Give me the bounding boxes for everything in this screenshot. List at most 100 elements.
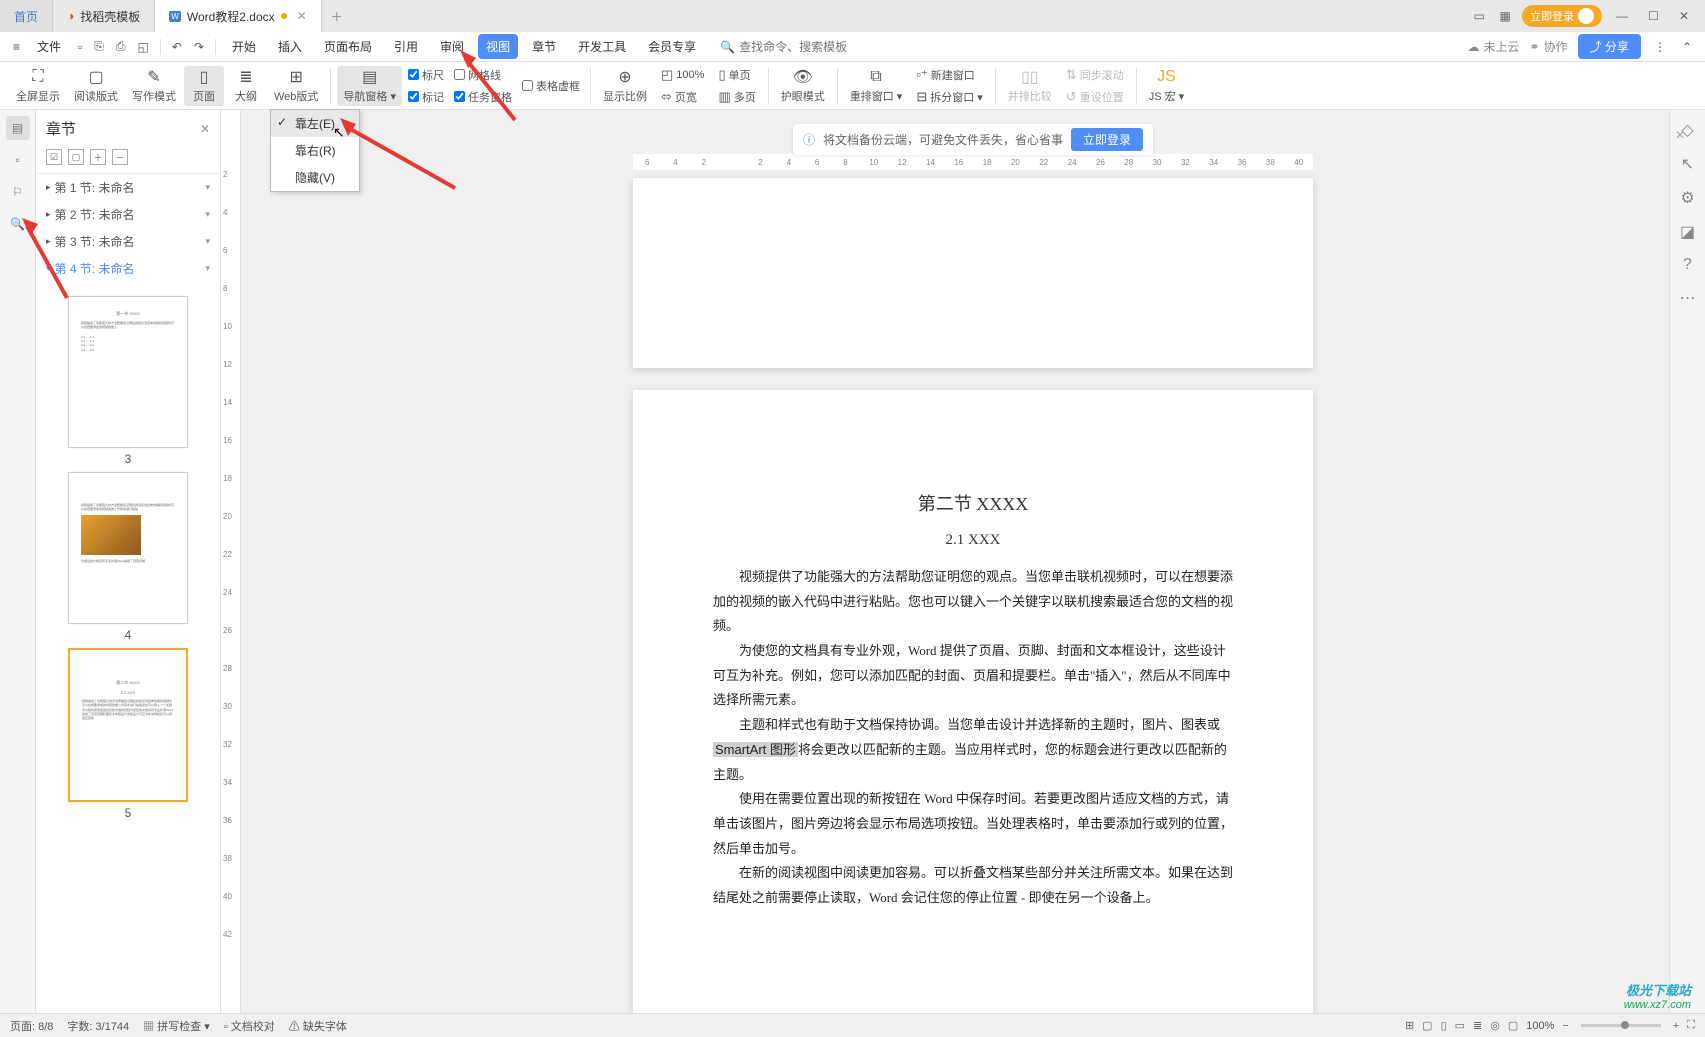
collapse-ribbon-icon[interactable]: ⌃ (1679, 38, 1695, 56)
task-panel-checkbox[interactable]: 任务窗格 (450, 87, 516, 107)
single-page-button[interactable]: ▯单页 (712, 65, 761, 85)
zoom-slider[interactable] (1581, 1024, 1661, 1027)
chevron-down-icon[interactable]: ▾ (205, 236, 210, 247)
section-item[interactable]: ▾第 4 节: 未命名▾ (36, 255, 220, 282)
banner-login-button[interactable]: 立即登录 (1071, 128, 1143, 151)
page-width-button[interactable]: ⬄页宽 (655, 87, 710, 107)
thumbnail-rail-icon[interactable]: ▫ (6, 148, 30, 172)
section-item[interactable]: ▸第 2 节: 未命名▾ (36, 201, 220, 228)
dropdown-hide[interactable]: 隐藏(V) (271, 164, 359, 191)
open-icon[interactable]: ⎘ (91, 37, 107, 56)
document-viewport[interactable]: ⓘ 将文档备份云端，可避免文件丢失，省心省事 立即登录 ✕ 6422468101… (241, 110, 1705, 1017)
coop-button[interactable]: ⚭协作 (1530, 38, 1568, 55)
page-view-icon[interactable]: ▯ (1441, 1019, 1447, 1032)
grid-checkbox[interactable]: 网格线 (450, 65, 516, 85)
menu-start[interactable]: 开始 (224, 34, 264, 59)
document-page[interactable] (633, 178, 1313, 368)
page-thumbnail[interactable]: 第二节 XXXX2.1 XXX视频提供了功能强大的方法帮助您证明您的观点当您单击… (68, 648, 188, 802)
web-mode-button[interactable]: ⊞Web版式 (268, 66, 324, 106)
status-words[interactable]: 字数: 3/1744 (67, 1018, 129, 1034)
tool-expand-icon[interactable]: ☑ (46, 149, 62, 165)
menu-devtools[interactable]: 开发工具 (570, 34, 634, 59)
close-tab-icon[interactable]: ✕ (297, 9, 307, 23)
view-mode-icon[interactable]: ⊞ (1405, 1019, 1414, 1032)
share-button[interactable]: ⤴ 分享 (1578, 34, 1641, 59)
settings-icon[interactable]: ⚙ (1680, 188, 1694, 208)
split-window-button[interactable]: ⊟拆分窗口 ▾ (910, 87, 988, 107)
tool-remove-icon[interactable]: － (112, 149, 128, 165)
mark-checkbox[interactable]: 标记 (404, 87, 448, 107)
tab-template[interactable]: ◑ 找稻壳模板 (53, 0, 155, 32)
status-page[interactable]: 页面: 8/8 (10, 1018, 53, 1034)
document-page[interactable]: 第二节 XXXX 2.1 XXX 视频提供了功能强大的方法帮助您证明您的观点。当… (633, 390, 1313, 1017)
status-spellcheck[interactable]: ▦ 拼写检查 ▾ (143, 1018, 210, 1034)
preview-icon[interactable]: ◱ (135, 38, 152, 56)
tab-home[interactable]: 首页 (0, 0, 53, 32)
menu-view[interactable]: 视图 (478, 34, 518, 59)
dropdown-align-right[interactable]: 靠右(R) (271, 137, 359, 164)
outline-view-icon[interactable]: ≣ (1473, 1019, 1482, 1032)
nav-panel-close-icon[interactable]: ✕ (200, 122, 210, 136)
status-missing-font[interactable]: ⚠ 缺失字体 (289, 1018, 347, 1034)
reset-pos-button[interactable]: ↺重设位置 (1060, 87, 1130, 107)
more-rail-icon[interactable]: ⋯ (1680, 288, 1696, 308)
fullscreen-button[interactable]: ⛶全屏显示 (10, 66, 66, 106)
multi-page-button[interactable]: ▥多页 (712, 87, 761, 107)
add-tab-button[interactable]: ＋ (322, 0, 352, 32)
outline-rail-icon[interactable]: ▤ (6, 116, 30, 140)
status-proofing[interactable]: ▫ 文档校对 (224, 1018, 275, 1034)
nav-pane-button[interactable]: ▤导航窗格 ▾ (337, 66, 402, 106)
zoom-thumb[interactable] (1621, 1021, 1629, 1029)
page-mode-button[interactable]: ▯页面 (184, 66, 224, 106)
page-thumbnail[interactable]: 第一节 XXXX视频提供了功能强大的方法帮助您证明您的观点当您单击联机视频时可以… (68, 296, 188, 448)
close-window-button[interactable]: ✕ (1673, 9, 1695, 23)
zoom-button[interactable]: ⊕显示比例 (597, 66, 653, 106)
search-input[interactable] (739, 40, 859, 54)
section-item[interactable]: ▸第 1 节: 未命名▾ (36, 174, 220, 201)
zoom-out-icon[interactable]: − (1562, 1020, 1568, 1032)
menu-layout[interactable]: 页面布局 (316, 34, 380, 59)
zoom-100-button[interactable]: ◰100% (655, 65, 710, 85)
write-mode-button[interactable]: ✎写作模式 (126, 66, 182, 106)
sidebyside-button[interactable]: ▯▯并排比较 (1002, 66, 1058, 106)
web-view-icon[interactable]: ▭ (1455, 1019, 1465, 1032)
chevron-down-icon[interactable]: ▾ (205, 209, 210, 220)
menu-insert[interactable]: 插入 (270, 34, 310, 59)
redo-icon[interactable]: ↷ (191, 38, 207, 56)
table-frame-checkbox[interactable]: 表格虚框 (518, 76, 584, 96)
menu-chapter[interactable]: 章节 (524, 34, 564, 59)
eye-protect-button[interactable]: 👁护眼模式 (775, 66, 831, 106)
help-icon[interactable]: ? (1683, 256, 1692, 274)
zoom-level[interactable]: 100% (1526, 1020, 1554, 1032)
menu-icon[interactable]: ≡ (10, 38, 23, 56)
ruler-checkbox[interactable]: 标尺 (404, 65, 448, 85)
chevron-down-icon[interactable]: ▾ (205, 263, 210, 274)
zoom-fit-icon[interactable]: ▢ (1508, 1019, 1518, 1032)
search-rail-icon[interactable]: 🔍 (6, 212, 30, 236)
banner-close-icon[interactable]: ✕ (1675, 128, 1685, 142)
login-button[interactable]: 立即登录 (1522, 5, 1602, 27)
section-item[interactable]: ▸第 3 节: 未命名▾ (36, 228, 220, 255)
file-menu[interactable]: 文件 (29, 34, 69, 59)
rearrange-button[interactable]: ⧉重排窗口 ▾ (844, 66, 909, 106)
layout-icon[interactable]: ▭ (1470, 7, 1488, 25)
tool-collapse-icon[interactable]: ▢ (68, 149, 84, 165)
cloud-status[interactable]: ☁未上云 (1467, 38, 1519, 55)
new-window-button[interactable]: ▫⁺新建窗口 (910, 65, 988, 85)
command-search[interactable]: 🔍 (720, 40, 859, 54)
tool-add-icon[interactable]: ＋ (90, 149, 106, 165)
vertical-ruler[interactable]: 24681012141618202224262830323436384042 (221, 110, 241, 1017)
fullscreen-status-icon[interactable]: ⛶ (1687, 1019, 1695, 1032)
read-mode-button[interactable]: ▢阅读版式 (68, 66, 124, 106)
chart-icon[interactable]: ◪ (1680, 222, 1695, 242)
more-icon[interactable]: ⋮ (1651, 38, 1669, 56)
menu-reference[interactable]: 引用 (386, 34, 426, 59)
sync-scroll-button[interactable]: ⇅同步滚动 (1060, 65, 1130, 85)
zoom-in-icon[interactable]: + (1673, 1020, 1679, 1032)
focus-view-icon[interactable]: ◎ (1490, 1019, 1500, 1032)
outline-mode-button[interactable]: ≣大纲 (226, 66, 266, 106)
page-thumbnail[interactable]: 视频提供了功能强大的方法帮助您证明您的观点当您单击联机视频时可以在想要添加的视频… (68, 472, 188, 624)
menu-member[interactable]: 会员专享 (640, 34, 704, 59)
minimize-button[interactable]: — (1610, 9, 1634, 23)
chevron-down-icon[interactable]: ▾ (205, 182, 210, 193)
